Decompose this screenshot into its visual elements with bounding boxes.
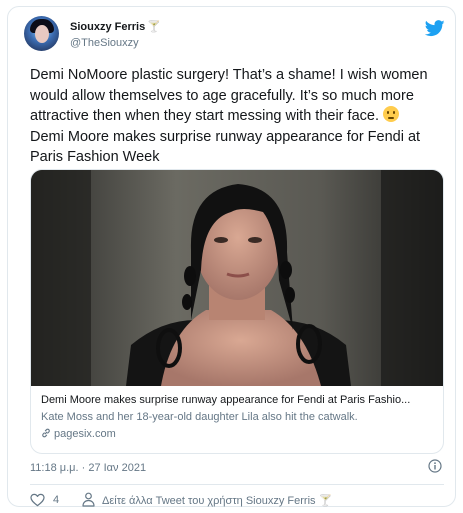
author-name-text[interactable]: Siouxzy Ferris	[70, 21, 145, 33]
tweet-headline: Demi Moore makes surprise runway appeara…	[30, 128, 421, 166]
more-tweets-label[interactable]: Δείτε άλλα Tweet του χρήστη Siouxzy Ferr…	[102, 495, 316, 507]
link-card-title[interactable]: Demi Moore makes surprise runway appeara…	[41, 394, 437, 406]
link-card[interactable]: Demi Moore makes surprise runway appeara…	[30, 169, 444, 454]
info-icon[interactable]	[428, 459, 442, 473]
divider	[30, 484, 444, 485]
link-icon	[42, 428, 50, 438]
link-card-domain[interactable]: pagesix.com	[41, 428, 116, 440]
like-count: 4	[53, 494, 60, 506]
person-icon[interactable]	[82, 492, 95, 507]
tweet-timestamp[interactable]: 11:18 μ.μ. · 27 Ιαν 2021	[30, 462, 146, 474]
tweet-body: Demi NoMoore plastic surgery! That’s a s…	[30, 67, 428, 124]
author-handle[interactable]: @TheSiouxzy	[70, 37, 139, 49]
avatar[interactable]	[24, 16, 59, 51]
link-card-description: Kate Moss and her 18-year-old daughter L…	[41, 411, 358, 423]
twitter-bird-icon[interactable]	[425, 20, 445, 37]
tweet-header: Siouxzy Ferris 🍸 @TheSiouxzy	[20, 15, 445, 59]
more-tweets-link[interactable]: Δείτε άλλα Tweet του χρήστη Siouxzy Ferr…	[102, 494, 332, 507]
author-name[interactable]: Siouxzy Ferris 🍸	[70, 20, 161, 33]
tweet-actions: 4 Δείτε άλλα Tweet του χρήστη Siouxzy Fe…	[30, 491, 444, 509]
cocktail-emoji: 🍸	[318, 495, 333, 507]
link-domain-text[interactable]: pagesix.com	[54, 428, 116, 440]
heart-icon[interactable]	[30, 493, 45, 507]
article-photo[interactable]	[31, 170, 444, 386]
tweet-text: Demi NoMoore plastic surgery! That’s a s…	[30, 65, 446, 168]
slightly-frowning-face-icon	[383, 106, 399, 122]
cocktail-emoji: 🍸	[147, 21, 161, 33]
tweet-card: Siouxzy Ferris 🍸 @TheSiouxzy Demi NoMoore…	[7, 6, 456, 507]
